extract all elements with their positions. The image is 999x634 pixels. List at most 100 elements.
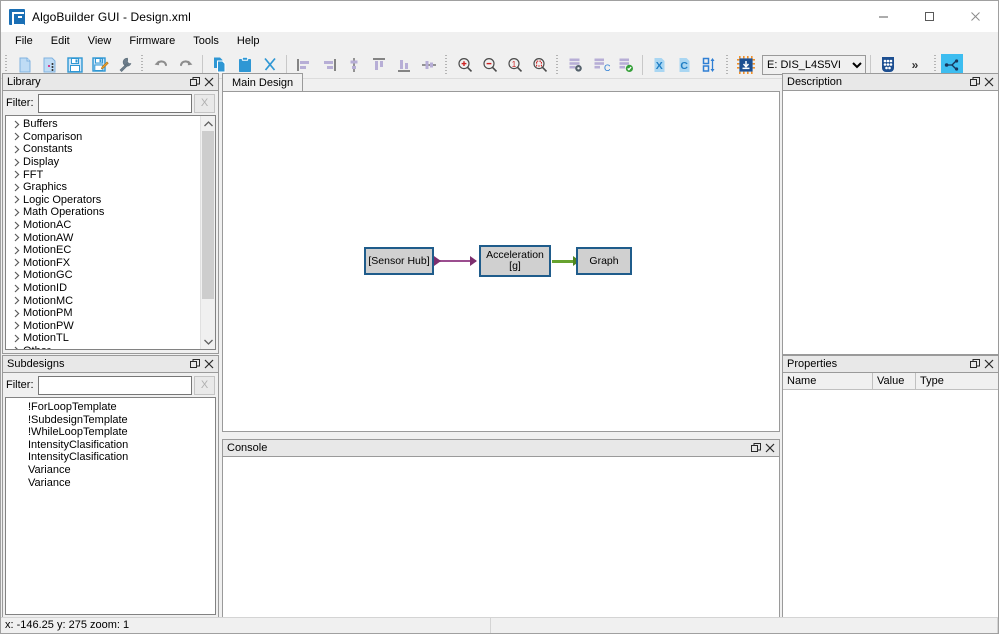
subdesigns-filter-clear-button[interactable]: X [194,375,215,395]
library-scrollbar[interactable] [200,116,215,349]
subdesigns-panel: Subdesigns Filter: X !ForLoopTemplate !Su… [2,355,219,619]
library-tree-item-label: MotionAW [23,231,74,244]
library-tree-item-label: MotionTL [23,332,69,345]
menu-firmware[interactable]: Firmware [120,33,184,50]
description-content[interactable] [782,90,999,355]
library-filter-input[interactable] [37,93,192,113]
library-tree-item[interactable]: Other [6,345,203,349]
library-tree-item-label: Math Operations [23,206,105,219]
chevron-right-icon[interactable] [10,233,23,242]
subdesigns-filter-label: Filter: [6,379,34,391]
subdesign-list-item[interactable]: Variance [6,464,215,477]
design-canvas[interactable]: [Sensor Hub] Acceleration [g] Graph [222,91,780,432]
library-filter-clear-button[interactable]: X [194,93,215,113]
subdesign-list-item[interactable]: IntensityClasification [6,451,215,464]
chevron-right-icon[interactable] [10,120,23,129]
console-close-icon[interactable] [763,441,777,456]
library-tree-item[interactable]: Constants [6,143,203,156]
library-tree-item[interactable]: MotionFX [6,257,203,270]
library-tree-item[interactable]: Comparison [6,131,203,144]
tab-strip: Main Design [222,73,780,92]
library-close-icon[interactable] [202,75,216,90]
chevron-right-icon[interactable] [10,221,23,230]
library-tree-item[interactable]: MotionTL [6,332,203,345]
menu-file[interactable]: File [6,33,42,50]
menu-help[interactable]: Help [228,33,269,50]
library-tree-item[interactable]: MotionEC [6,244,203,257]
library-tree-item[interactable]: MotionGC [6,269,203,282]
subdesigns-list[interactable]: !ForLoopTemplate !SubdesignTemplate !While… [5,397,216,615]
chevron-right-icon[interactable] [10,309,23,318]
chevron-right-icon[interactable] [10,208,23,217]
chevron-right-icon[interactable] [10,145,23,154]
subdesign-list-item-label: !SubdesignTemplate [28,413,128,426]
tab-main-design[interactable]: Main Design [222,73,304,92]
library-float-icon[interactable] [188,75,202,90]
properties-float-icon[interactable] [968,357,982,372]
properties-close-icon[interactable] [982,357,996,372]
properties-column-value[interactable]: Value [873,373,916,389]
library-tree[interactable]: Buffers Comparison Constants Display FFT Grap… [5,115,216,350]
description-float-icon[interactable] [968,75,982,90]
chevron-right-icon[interactable] [10,258,23,267]
properties-column-type[interactable]: Type [916,373,998,389]
chevron-right-icon[interactable] [10,183,23,192]
board-selector[interactable]: E: DIS_L4S5VI [762,54,866,75]
subdesign-list-item[interactable]: !WhileLoopTemplate [6,426,215,439]
subdesign-list-item[interactable]: !SubdesignTemplate [6,414,215,427]
description-close-icon[interactable] [982,75,996,90]
toolbar-overflow-button[interactable]: » [900,58,930,72]
properties-table[interactable]: Name Value Type [782,372,999,619]
chevron-right-icon[interactable] [10,158,23,167]
console-float-icon[interactable] [749,441,763,456]
library-tree-item[interactable]: MotionID [6,282,203,295]
subdesign-list-item-label: Variance [28,476,71,489]
chevron-right-icon[interactable] [10,346,23,349]
graph-node[interactable]: Graph [576,247,632,275]
library-tree-item[interactable]: Graphics [6,181,203,194]
library-tree-item[interactable]: Buffers [6,118,203,131]
acceleration-node[interactable]: Acceleration [g] [479,245,551,277]
menu-tools[interactable]: Tools [184,33,228,50]
library-tree-item[interactable]: Display [6,156,203,169]
menu-view[interactable]: View [79,33,121,50]
library-tree-item[interactable]: FFT [6,168,203,181]
library-tree-item[interactable]: MotionPW [6,320,203,333]
library-tree-item[interactable]: MotionAC [6,219,203,232]
close-icon[interactable] [952,1,998,32]
chevron-right-icon[interactable] [10,271,23,280]
library-tree-item[interactable]: MotionMC [6,294,203,307]
subdesigns-filter-input[interactable] [37,375,192,395]
sensor-hub-node[interactable]: [Sensor Hub] [364,247,434,275]
chevron-right-icon[interactable] [10,195,23,204]
menu-bar: File Edit View Firmware Tools Help [1,32,998,51]
library-scroll-down-icon[interactable] [201,334,215,349]
subdesign-list-item[interactable]: IntensityClasification [6,439,215,452]
toolbar-separator-4 [870,54,871,75]
library-tree-item[interactable]: MotionPM [6,307,203,320]
library-tree-item[interactable]: Math Operations [6,206,203,219]
subdesigns-float-icon[interactable] [188,357,202,372]
subdesign-list-item[interactable]: !ForLoopTemplate [6,401,215,414]
subdesigns-close-icon[interactable] [202,357,216,372]
chevron-right-icon[interactable] [10,132,23,141]
maximize-icon[interactable] [906,1,952,32]
chevron-right-icon[interactable] [10,321,23,330]
svg-text:1: 1 [511,60,516,69]
minimize-icon[interactable] [860,1,906,32]
console-output[interactable] [222,456,780,619]
svg-text:X: X [655,60,662,72]
subdesign-list-item[interactable]: Variance [6,477,215,490]
chevron-right-icon[interactable] [10,170,23,179]
properties-column-name[interactable]: Name [783,373,873,389]
menu-edit[interactable]: Edit [42,33,79,50]
library-scroll-thumb[interactable] [202,131,214,299]
chevron-right-icon[interactable] [10,334,23,343]
chevron-right-icon[interactable] [10,284,23,293]
library-tree-item[interactable]: MotionAW [6,231,203,244]
title-bar: AlgoBuilder GUI - Design.xml [1,1,998,32]
chevron-right-icon[interactable] [10,296,23,305]
library-scroll-up-icon[interactable] [201,116,215,131]
chevron-right-icon[interactable] [10,246,23,255]
library-tree-item[interactable]: Logic Operators [6,194,203,207]
